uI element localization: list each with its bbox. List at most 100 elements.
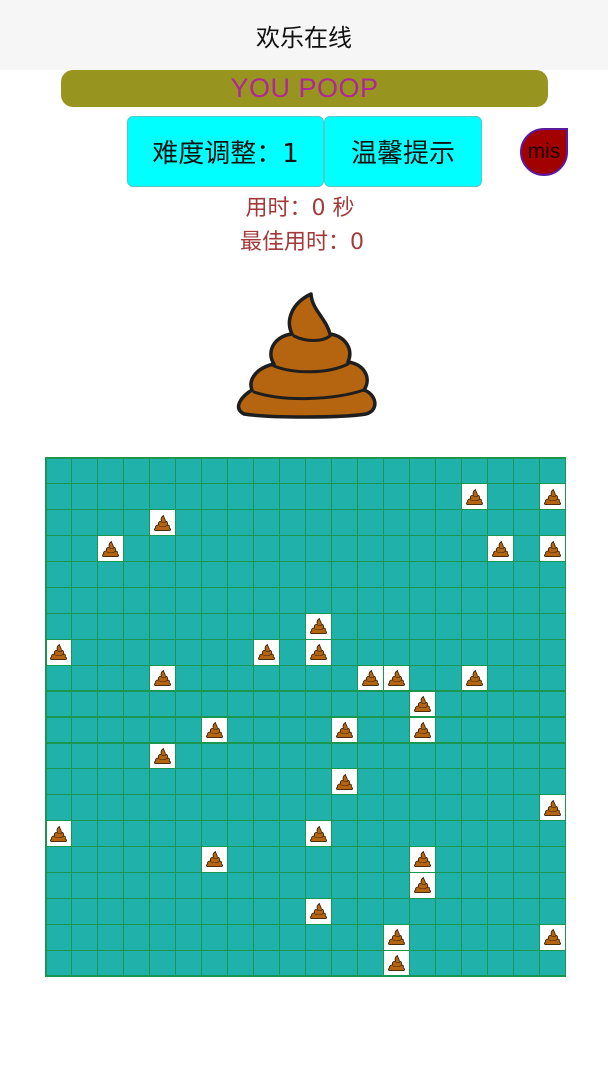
board-cell[interactable] [332,743,357,769]
board-cell[interactable] [539,821,565,846]
board-cell[interactable] [332,536,357,561]
board-cell[interactable] [46,898,72,924]
status-poop-icon[interactable] [230,290,380,420]
board-cell[interactable] [228,458,253,484]
revealed-mine-cell[interactable] [461,484,487,510]
board-cell[interactable] [254,536,279,561]
board-cell[interactable] [487,510,513,536]
revealed-mine-cell[interactable] [306,898,331,924]
board-cell[interactable] [46,536,72,561]
board-cell[interactable] [461,510,487,536]
board-cell[interactable] [383,898,409,924]
board-cell[interactable] [98,613,124,639]
board-cell[interactable] [306,484,331,510]
board-cell[interactable] [202,821,228,846]
board-cell[interactable] [306,588,331,613]
board-cell[interactable] [254,588,279,613]
board-cell[interactable] [435,588,461,613]
board-cell[interactable] [461,821,487,846]
revealed-mine-cell[interactable] [409,691,435,717]
board-cell[interactable] [513,821,539,846]
board-cell[interactable] [383,873,409,898]
board-cell[interactable] [228,743,253,769]
board-cell[interactable] [254,562,279,587]
board-cell[interactable] [358,950,383,976]
hint-button[interactable]: 温馨提示 [324,116,482,187]
board-cell[interactable] [124,898,150,924]
board-cell[interactable] [487,743,513,769]
board-cell[interactable] [461,536,487,561]
board-cell[interactable] [280,665,305,691]
board-cell[interactable] [254,458,279,484]
board-cell[interactable] [358,536,383,561]
board-cell[interactable] [176,458,202,484]
board-cell[interactable] [306,691,331,717]
board-cell[interactable] [228,847,253,872]
revealed-mine-cell[interactable] [487,536,513,561]
board-cell[interactable] [280,691,305,717]
board-cell[interactable] [358,562,383,587]
board-cell[interactable] [306,769,331,795]
board-cell[interactable] [383,847,409,872]
board-cell[interactable] [409,536,435,561]
board-cell[interactable] [409,821,435,846]
board-cell[interactable] [254,950,279,976]
board-cell[interactable] [124,795,150,821]
revealed-mine-cell[interactable] [306,821,331,846]
board-cell[interactable] [176,769,202,795]
board-cell[interactable] [98,665,124,691]
board-cell[interactable] [539,639,565,665]
board-cell[interactable] [409,510,435,536]
board-cell[interactable] [513,898,539,924]
board-cell[interactable] [435,484,461,510]
board-cell[interactable] [46,510,72,536]
board-cell[interactable] [461,588,487,613]
board-cell[interactable] [461,898,487,924]
board-cell[interactable] [487,873,513,898]
board-cell[interactable] [254,795,279,821]
board-cell[interactable] [46,743,72,769]
board-cell[interactable] [332,484,357,510]
board-cell[interactable] [176,588,202,613]
board-cell[interactable] [202,588,228,613]
board-cell[interactable] [124,743,150,769]
board-cell[interactable] [202,743,228,769]
board-cell[interactable] [254,898,279,924]
board-cell[interactable] [46,847,72,872]
board-cell[interactable] [202,613,228,639]
board-cell[interactable] [487,588,513,613]
board-cell[interactable] [358,743,383,769]
board-cell[interactable] [358,769,383,795]
board-cell[interactable] [383,717,409,743]
board-cell[interactable] [124,691,150,717]
board-cell[interactable] [539,898,565,924]
board-cell[interactable] [202,924,228,950]
board-cell[interactable] [435,639,461,665]
board-cell[interactable] [72,847,98,872]
board-cell[interactable] [306,847,331,872]
board-cell[interactable] [409,665,435,691]
board-cell[interactable] [254,743,279,769]
board-cell[interactable] [150,924,176,950]
board-cell[interactable] [72,588,98,613]
board-cell[interactable] [332,950,357,976]
board-cell[interactable] [98,691,124,717]
board-cell[interactable] [332,613,357,639]
board-cell[interactable] [98,821,124,846]
board-cell[interactable] [176,717,202,743]
board-cell[interactable] [435,691,461,717]
board-cell[interactable] [46,873,72,898]
board-cell[interactable] [46,691,72,717]
board-cell[interactable] [435,821,461,846]
board-cell[interactable] [150,873,176,898]
board-cell[interactable] [513,950,539,976]
board-cell[interactable] [72,458,98,484]
board-cell[interactable] [124,588,150,613]
board-cell[interactable] [72,613,98,639]
board-cell[interactable] [409,924,435,950]
board-cell[interactable] [124,562,150,587]
board-cell[interactable] [280,562,305,587]
board-cell[interactable] [98,769,124,795]
board-cell[interactable] [150,717,176,743]
board-cell[interactable] [461,458,487,484]
